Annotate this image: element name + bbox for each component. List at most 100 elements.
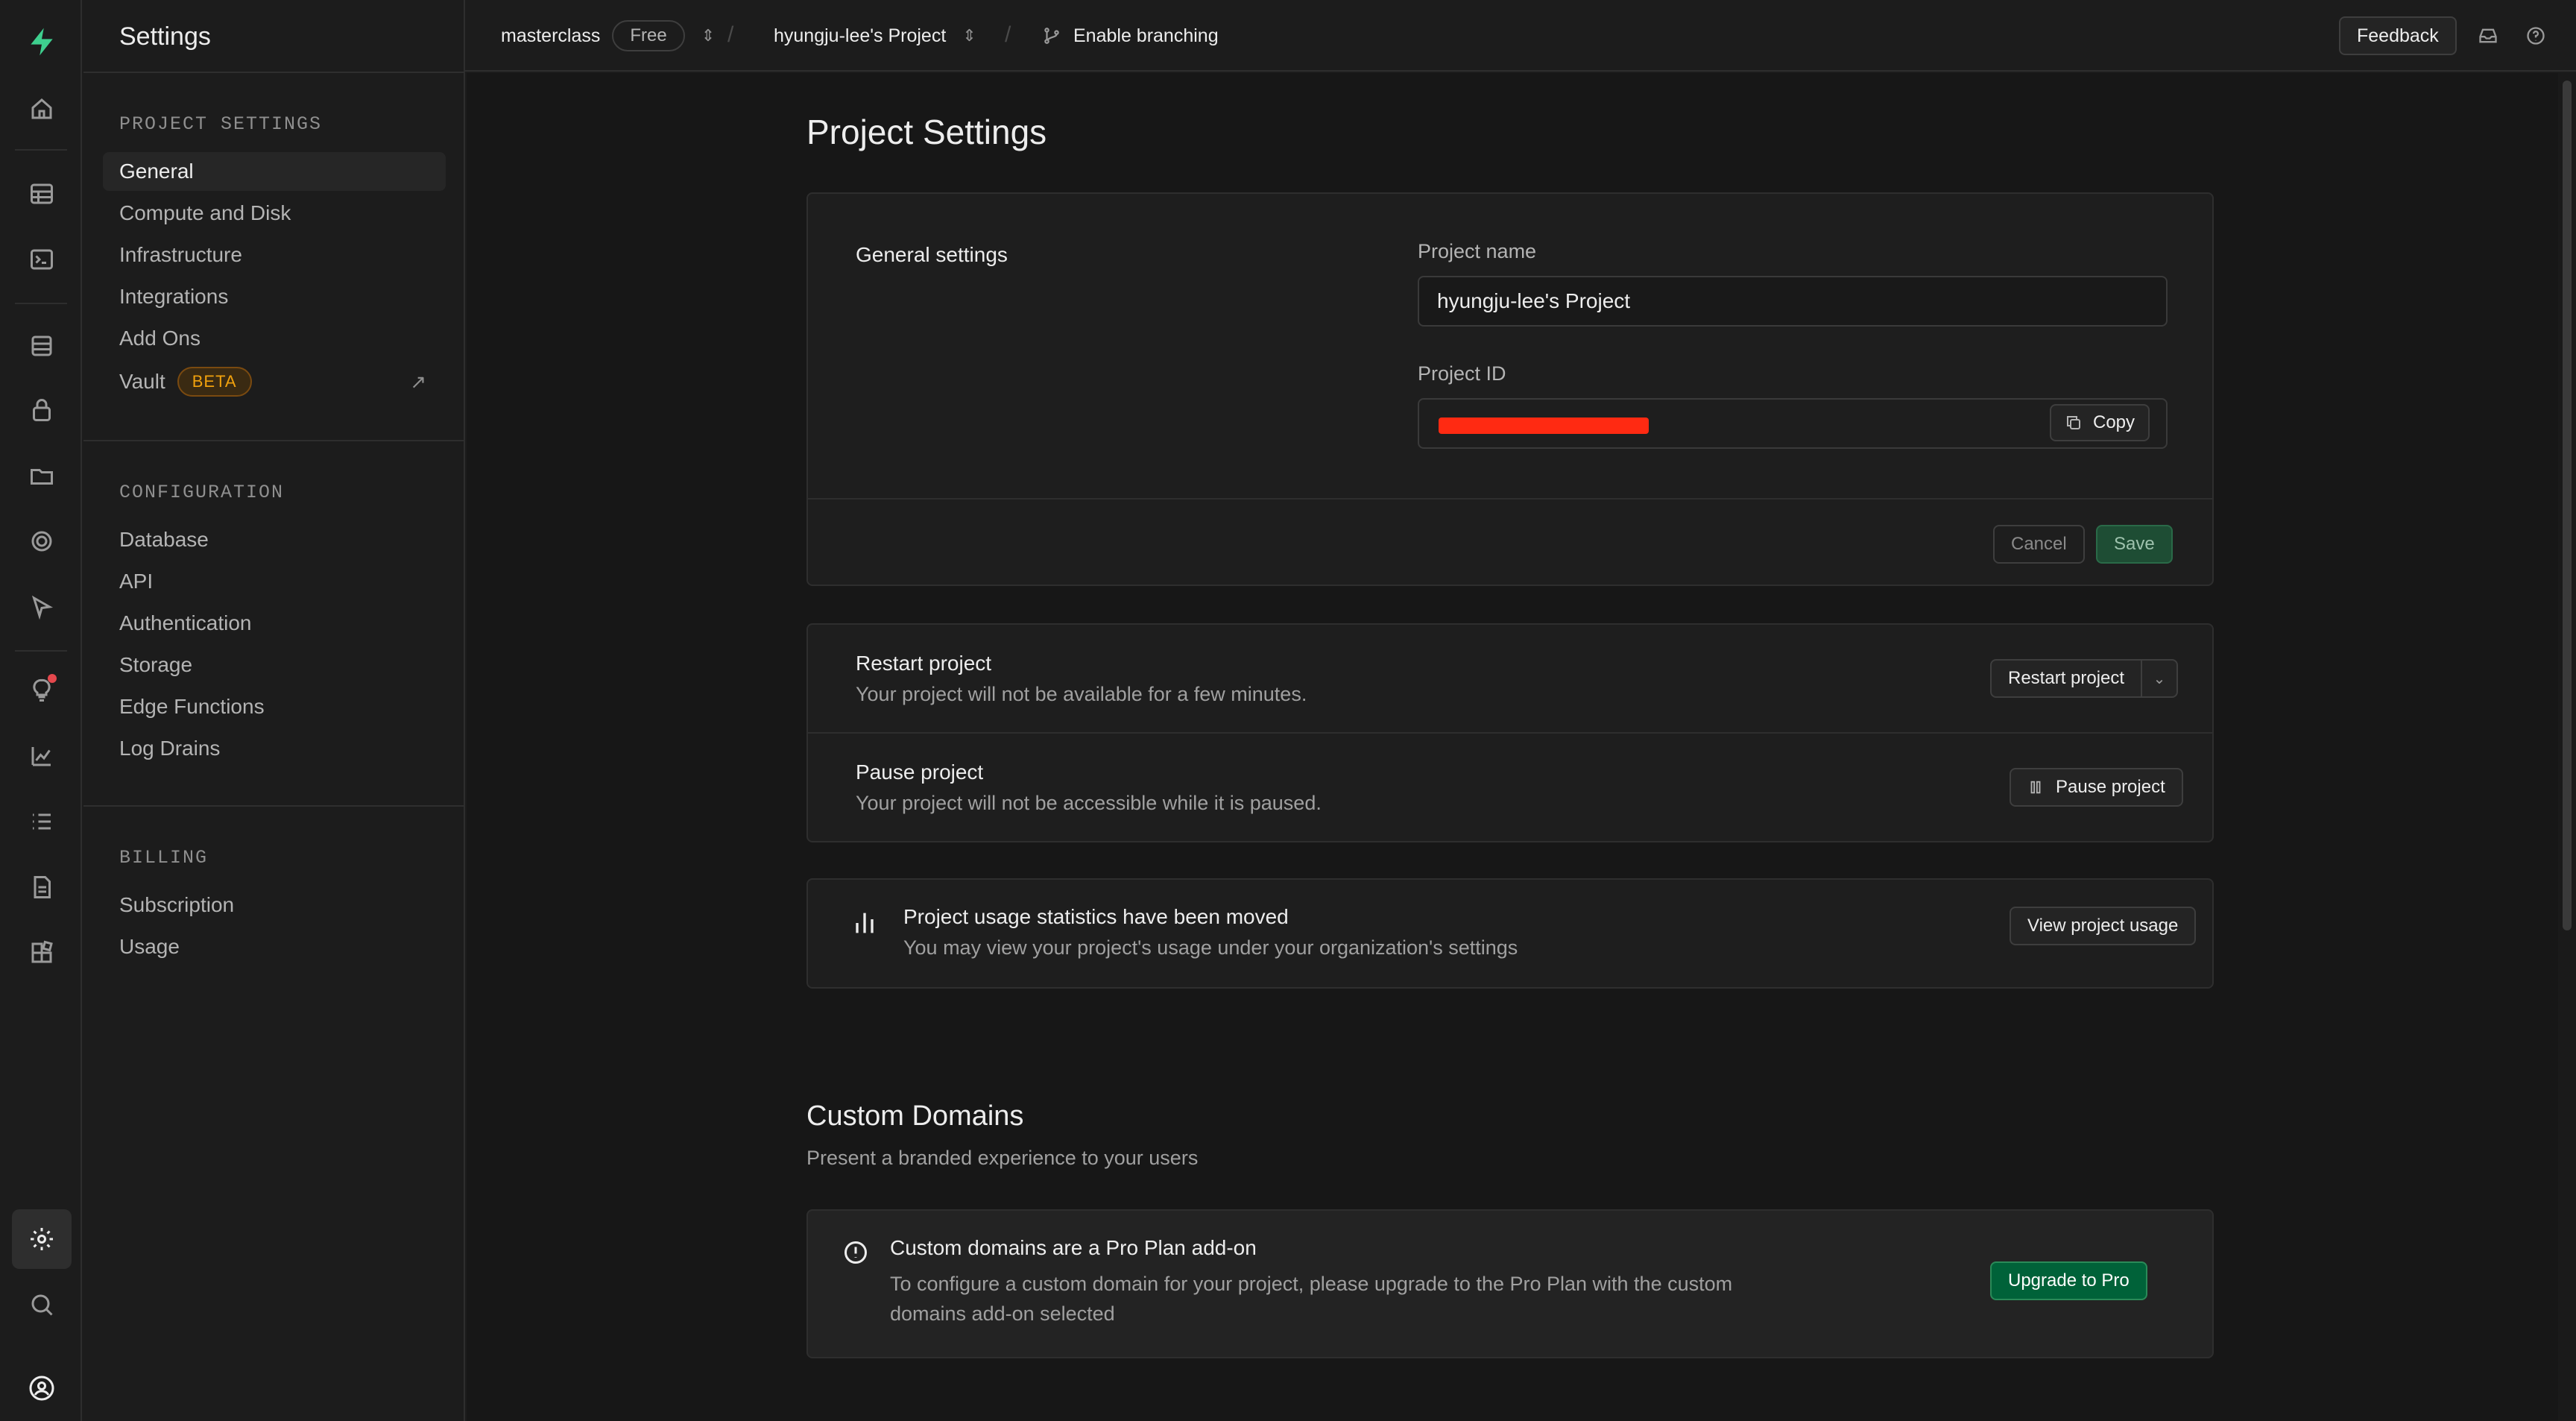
chevron-down-icon[interactable]: ⌄ xyxy=(2142,661,2176,696)
org-selector[interactable]: masterclass Free ⇕ xyxy=(501,0,715,72)
chevron-up-down-icon: ⇕ xyxy=(962,26,976,45)
rail-divider xyxy=(15,149,67,151)
upgrade-to-pro-button[interactable]: Upgrade to Pro xyxy=(1990,1261,2147,1300)
enable-branching-label: Enable branching xyxy=(1073,25,1219,46)
supabase-logo-icon[interactable] xyxy=(21,21,63,63)
copy-button[interactable]: Copy xyxy=(2050,404,2150,441)
api-docs-icon[interactable] xyxy=(21,866,63,908)
notification-dot xyxy=(48,674,57,683)
section-label-billing: BILLING xyxy=(119,847,209,869)
rail-divider xyxy=(15,303,67,304)
sidebar-item-database[interactable]: Database xyxy=(103,520,446,559)
settings-icon[interactable] xyxy=(12,1209,72,1269)
external-link-icon: ↗ xyxy=(410,370,426,393)
cancel-button[interactable]: Cancel xyxy=(1993,525,2085,564)
section-label-project-settings: PROJECT SETTINGS xyxy=(119,113,323,135)
project-actions-card: Restart project Your project will not be… xyxy=(806,623,2214,842)
search-icon[interactable] xyxy=(21,1284,63,1326)
sidebar-item-compute-and-disk[interactable]: Compute and Disk xyxy=(103,194,446,233)
project-name: hyungju-lee's Project xyxy=(774,25,947,46)
icon-rail xyxy=(0,0,82,1421)
storage-icon[interactable] xyxy=(21,455,63,497)
usage-notice-title: Project usage statistics have been moved xyxy=(903,905,1289,928)
scrollbar-thumb[interactable] xyxy=(2563,81,2572,930)
pause-icon xyxy=(2030,781,2041,794)
sidebar-item-usage[interactable]: Usage xyxy=(103,927,446,966)
main-scrollbar[interactable] xyxy=(2558,73,2576,1421)
enable-branching-button[interactable]: Enable branching xyxy=(1042,0,1219,72)
bar-chart-icon xyxy=(856,913,874,933)
restart-project-title: Restart project xyxy=(856,652,992,675)
sidebar-item-add-ons[interactable]: Add Ons xyxy=(103,319,446,358)
sidebar-divider xyxy=(83,805,465,807)
sql-editor-icon[interactable] xyxy=(21,239,63,280)
sidebar-item-general[interactable]: General xyxy=(103,152,446,191)
sidebar-item-api[interactable]: API xyxy=(103,562,446,601)
table-editor-icon[interactable] xyxy=(21,173,63,215)
sidebar-item-subscription[interactable]: Subscription xyxy=(103,886,446,924)
pause-project-desc: Your project will not be accessible whil… xyxy=(856,792,1322,814)
top-bar: masterclass Free ⇕ / hyungju-lee's Proje… xyxy=(465,0,2576,72)
custom-domains-title: Custom Domains xyxy=(806,1100,1024,1132)
org-name: masterclass xyxy=(501,25,601,46)
custom-domains-notice-text: Custom domains are a Pro Plan add-on To … xyxy=(890,1236,1732,1329)
git-branch-icon xyxy=(1044,28,1059,44)
redacted-project-id xyxy=(1439,418,1649,434)
rail-divider xyxy=(15,650,67,652)
section-label-configuration: CONFIGURATION xyxy=(119,482,285,503)
project-selector[interactable]: hyungju-lee's Project ⇕ xyxy=(774,0,976,72)
sidebar-item-authentication[interactable]: Authentication xyxy=(103,604,446,643)
project-name-label: Project name xyxy=(1418,240,1537,262)
sidebar-item-storage[interactable]: Storage xyxy=(103,646,446,684)
feedback-wrapper: Feedback xyxy=(2339,0,2457,72)
restart-project-row: Restart project Your project will not be… xyxy=(856,652,1307,706)
custom-domains-subtitle: Present a branded experience to your use… xyxy=(806,1147,1199,1169)
breadcrumb-separator: / xyxy=(727,22,734,47)
home-icon[interactable] xyxy=(21,88,63,130)
realtime-icon[interactable] xyxy=(21,520,63,562)
beta-badge: BETA xyxy=(177,367,252,397)
plan-badge: Free xyxy=(612,20,685,51)
sidebar-item-infrastructure[interactable]: Infrastructure xyxy=(103,236,446,274)
sidebar-header-divider xyxy=(83,72,465,73)
general-settings-heading: General settings xyxy=(856,243,1008,266)
help-icon[interactable] xyxy=(2525,0,2546,72)
pause-project-row: Pause project Your project will not be a… xyxy=(856,760,1322,815)
breadcrumb-separator: / xyxy=(1005,22,1011,47)
sidebar-item-label: Vault xyxy=(119,370,165,393)
usage-notice-desc: You may view your project's usage under … xyxy=(903,936,1518,959)
integrations-icon[interactable] xyxy=(21,932,63,974)
card-divider xyxy=(808,732,2212,734)
custom-domains-notice-desc-line-1: To configure a custom domain for your pr… xyxy=(890,1273,1733,1295)
general-settings-card: General settings Project name hyungju-le… xyxy=(806,192,2214,586)
project-name-input[interactable]: hyungju-lee's Project xyxy=(1418,276,2168,327)
restart-project-button[interactable]: Restart project xyxy=(1992,661,2143,696)
restart-project-button-group: Restart project ⌄ xyxy=(1990,659,2179,698)
sidebar-item-integrations[interactable]: Integrations xyxy=(103,277,446,316)
copy-label: Copy xyxy=(2093,412,2135,432)
info-circle-icon xyxy=(845,1241,867,1264)
auth-lock-icon[interactable] xyxy=(21,389,63,431)
sidebar-item-log-drains[interactable]: Log Drains xyxy=(103,729,446,768)
settings-sidebar: Settings PROJECT SETTINGS General Comput… xyxy=(83,0,465,1421)
feedback-button[interactable]: Feedback xyxy=(2339,16,2457,55)
user-avatar-icon[interactable] xyxy=(21,1367,63,1409)
custom-domains-notice-desc: To configure a custom domain for your pr… xyxy=(890,1269,1732,1329)
database-icon[interactable] xyxy=(21,325,63,367)
view-project-usage-button[interactable]: View project usage xyxy=(2010,907,2197,945)
pause-project-label: Pause project xyxy=(2056,777,2165,797)
usage-notice-card: Project usage statistics have been moved… xyxy=(806,878,2214,989)
pause-project-button[interactable]: Pause project xyxy=(2010,768,2183,807)
sidebar-item-edge-functions[interactable]: Edge Functions xyxy=(103,687,446,726)
reports-icon[interactable] xyxy=(21,735,63,777)
sidebar-divider xyxy=(83,440,465,441)
inbox-icon[interactable] xyxy=(2478,0,2498,72)
advisors-icon[interactable] xyxy=(21,669,63,711)
pause-project-title: Pause project xyxy=(856,760,984,784)
edge-functions-icon[interactable] xyxy=(21,586,63,628)
save-button[interactable]: Save xyxy=(2096,525,2173,564)
sidebar-item-vault[interactable]: Vault BETA ↗ xyxy=(103,362,446,401)
page-title: Project Settings xyxy=(806,113,1047,151)
logs-icon[interactable] xyxy=(21,801,63,842)
custom-domains-notice-card: Custom domains are a Pro Plan add-on To … xyxy=(806,1209,2214,1358)
